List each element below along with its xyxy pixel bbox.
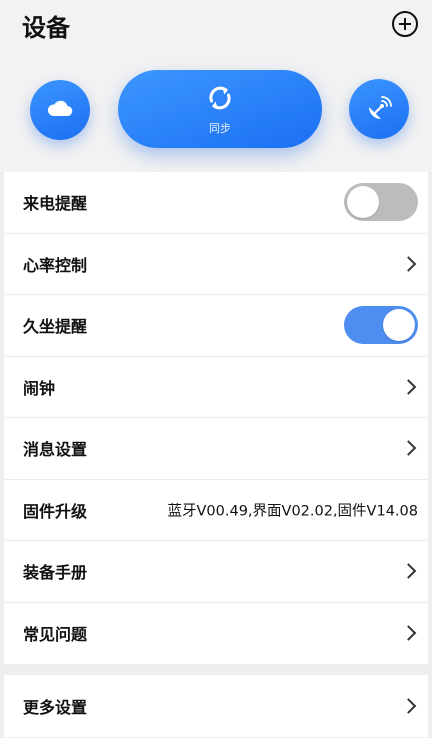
chevron-right-icon: [400, 563, 417, 580]
row-alarm[interactable]: 闹钟: [4, 357, 428, 418]
chevron-right-icon: [400, 255, 417, 272]
row-label: 消息设置: [23, 440, 88, 460]
row-more-settings[interactable]: 更多设置: [4, 675, 428, 737]
row-heart-rate-control[interactable]: 心率控制: [4, 234, 428, 295]
satellite-icon: [369, 96, 392, 119]
toggle-knob: [383, 309, 415, 342]
row-equipment-manual[interactable]: 装备手册: [4, 541, 428, 603]
row-label: 固件升级: [23, 501, 88, 521]
satellite-button[interactable]: [349, 79, 409, 139]
sedentary-toggle[interactable]: [344, 306, 418, 345]
header: 设备: [0, 0, 432, 50]
chevron-right-icon: [400, 697, 417, 714]
chevron-right-icon: [400, 625, 417, 642]
settings-list: 来电提醒 心率控制 久坐提醒 闹钟 消息设置 固件升级 蓝牙V00.49,界面V…: [4, 172, 428, 664]
cloud-button[interactable]: [30, 80, 90, 140]
row-label: 常见问题: [23, 625, 88, 645]
sync-button[interactable]: 同步: [118, 70, 322, 148]
row-faq[interactable]: 常见问题: [4, 603, 428, 665]
page-title: 设备: [22, 14, 70, 42]
row-message-settings[interactable]: 消息设置: [4, 418, 428, 480]
row-label: 心率控制: [23, 255, 88, 275]
incoming-call-toggle[interactable]: [344, 183, 418, 222]
chevron-right-icon: [400, 378, 417, 395]
chevron-right-icon: [400, 440, 417, 457]
row-sedentary-reminder: 久坐提醒: [4, 295, 428, 357]
row-label: 闹钟: [23, 378, 56, 398]
row-label: 来电提醒: [23, 194, 88, 214]
row-incoming-call-reminder: 来电提醒: [4, 172, 428, 234]
row-label: 装备手册: [23, 563, 88, 583]
row-firmware-upgrade[interactable]: 固件升级 蓝牙V00.49,界面V02.02,固件V14.08: [4, 480, 428, 541]
toggle-knob: [347, 186, 379, 219]
more-settings-section: 更多设置: [4, 675, 428, 737]
quick-actions: 同步: [0, 50, 432, 172]
sync-icon: [209, 86, 231, 110]
cloud-icon: [47, 100, 73, 117]
row-label: 更多设置: [23, 697, 88, 717]
sync-label: 同步: [209, 122, 231, 135]
row-label: 久坐提醒: [23, 317, 88, 337]
firmware-version-text: 蓝牙V00.49,界面V02.02,固件V14.08: [167, 503, 418, 520]
add-device-button[interactable]: [392, 11, 418, 37]
